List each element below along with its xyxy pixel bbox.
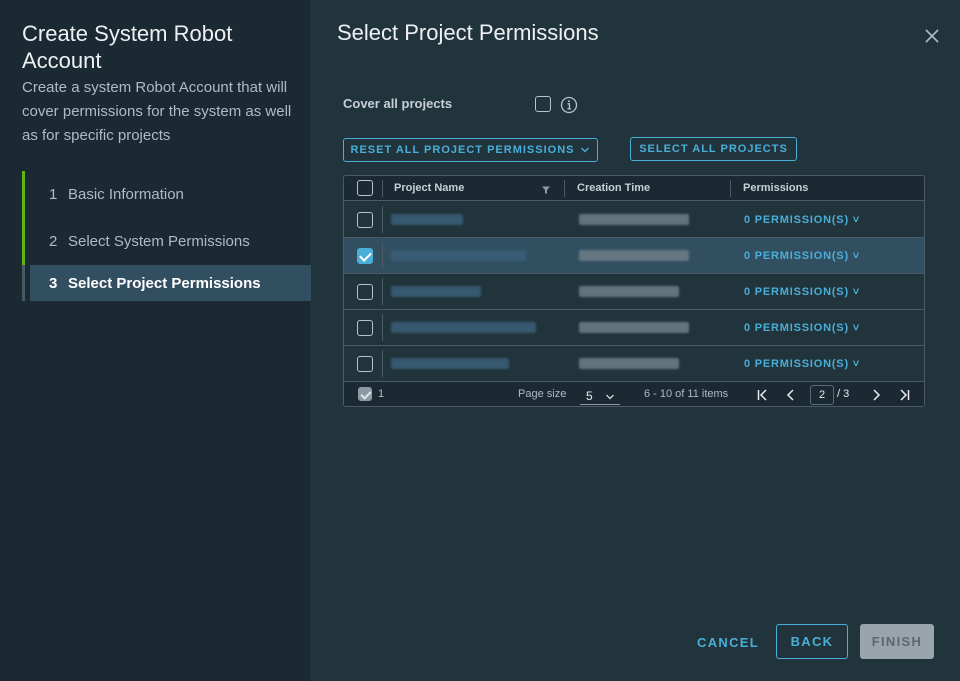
column-divider — [382, 206, 383, 233]
table-row[interactable]: 0 PERMISSION(S) ˅ — [344, 310, 924, 346]
column-divider — [382, 278, 383, 305]
current-page-input[interactable]: 2 — [810, 385, 834, 405]
wizard-steps: 1 Basic Information 2 Select System Perm… — [22, 171, 311, 301]
first-page-icon[interactable] — [756, 388, 770, 402]
permissions-dropdown[interactable]: 0 PERMISSION(S) ˅ — [744, 214, 860, 226]
permissions-dropdown[interactable]: 0 PERMISSION(S) ˅ — [744, 250, 860, 262]
info-icon[interactable] — [560, 96, 578, 114]
page-size-select[interactable]: 5 — [580, 385, 620, 405]
row-checkbox[interactable] — [357, 356, 373, 372]
select-all-button-label: SELECT ALL PROJECTS — [639, 143, 788, 155]
finish-button[interactable]: FINISH — [860, 624, 934, 659]
step-number: 2 — [49, 233, 58, 250]
table-row[interactable]: 0 PERMISSION(S) ˅ — [344, 274, 924, 310]
row-checkbox[interactable] — [357, 284, 373, 300]
grid-header: Project Name Creation Time Permissions — [344, 176, 924, 201]
row-checkbox[interactable] — [357, 248, 373, 264]
project-permissions-grid: Project Name Creation Time Permissions 0… — [343, 175, 925, 407]
column-header-permissions[interactable]: Permissions — [743, 182, 808, 194]
table-row[interactable]: 0 PERMISSION(S) ˅ — [344, 238, 924, 274]
column-header-project-name[interactable]: Project Name — [394, 182, 464, 194]
chevron-down-icon — [581, 147, 590, 153]
step-basic-information[interactable]: 1 Basic Information — [22, 171, 310, 218]
column-divider — [382, 350, 383, 377]
redacted-project-name — [391, 250, 526, 261]
redacted-creation-time — [579, 214, 689, 225]
next-page-icon[interactable] — [869, 388, 883, 402]
step-label: Basic Information — [68, 186, 184, 203]
row-checkbox[interactable] — [357, 320, 373, 336]
filter-icon[interactable] — [541, 185, 551, 195]
wizard-title: Create System Robot Account — [22, 21, 233, 73]
last-page-icon[interactable] — [897, 388, 911, 402]
column-divider — [564, 180, 565, 197]
wizard-description: Create a system Robot Account that will … — [22, 79, 292, 144]
pagination-range: 6 - 10 of 11 items — [644, 388, 729, 400]
select-all-rows-checkbox[interactable] — [357, 180, 373, 196]
step-label: Select Project Permissions — [68, 274, 261, 292]
redacted-project-name — [391, 322, 536, 333]
page-title: Select Project Permissions — [337, 20, 599, 45]
grid-footer: 1 Page size 5 6 - 10 of 11 items 2 / 3 — [344, 381, 924, 406]
permission-count: 0 PERMISSION(S) — [744, 214, 849, 226]
column-divider — [382, 180, 383, 197]
redacted-project-name — [391, 286, 481, 297]
close-icon[interactable] — [922, 26, 942, 46]
wizard-sidebar: Create System Robot Account Create a sys… — [0, 0, 311, 681]
column-divider — [730, 180, 731, 197]
selection-indicator-checkbox — [358, 387, 372, 401]
cover-all-projects-checkbox[interactable] — [535, 96, 551, 112]
redacted-creation-time — [579, 286, 679, 297]
back-button[interactable]: BACK — [776, 624, 848, 659]
reset-all-project-permissions-button[interactable]: RESET ALL PROJECT PERMISSIONS — [343, 138, 598, 162]
step-select-project-permissions[interactable]: 3 Select Project Permissions — [22, 265, 311, 301]
permissions-dropdown[interactable]: 0 PERMISSION(S) ˅ — [744, 358, 860, 370]
reset-button-label: RESET ALL PROJECT PERMISSIONS — [350, 144, 575, 156]
redacted-project-name — [391, 214, 463, 225]
page-size-label: Page size — [518, 388, 567, 400]
row-checkbox[interactable] — [357, 212, 373, 228]
cover-all-projects-label: Cover all projects — [343, 96, 453, 111]
table-row[interactable]: 0 PERMISSION(S) ˅ — [344, 346, 924, 382]
cancel-button[interactable]: CANCEL — [693, 625, 763, 659]
permissions-dropdown[interactable]: 0 PERMISSION(S) ˅ — [744, 286, 860, 298]
step-number: 3 — [49, 274, 58, 292]
selected-count: 1 — [378, 388, 385, 400]
permissions-dropdown[interactable]: 0 PERMISSION(S) ˅ — [744, 322, 860, 334]
page-size-value: 5 — [586, 389, 593, 403]
column-divider — [382, 314, 383, 341]
table-row[interactable]: 0 PERMISSION(S) ˅ — [344, 202, 924, 238]
redacted-creation-time — [579, 250, 689, 261]
permission-count: 0 PERMISSION(S) — [744, 250, 849, 262]
redacted-project-name — [391, 358, 509, 369]
previous-page-icon[interactable] — [784, 388, 798, 402]
chevron-down-icon — [606, 394, 614, 400]
permission-count: 0 PERMISSION(S) — [744, 286, 849, 298]
step-select-system-permissions[interactable]: 2 Select System Permissions — [22, 218, 310, 265]
column-header-creation-time[interactable]: Creation Time — [577, 182, 650, 194]
step-number: 1 — [49, 186, 58, 203]
redacted-creation-time — [579, 358, 679, 369]
permission-count: 0 PERMISSION(S) — [744, 358, 849, 370]
permission-count: 0 PERMISSION(S) — [744, 322, 849, 334]
redacted-creation-time — [579, 322, 689, 333]
total-pages: / 3 — [837, 388, 850, 400]
column-divider — [382, 242, 383, 269]
step-label: Select System Permissions — [68, 233, 250, 250]
select-all-projects-button[interactable]: SELECT ALL PROJECTS — [630, 137, 797, 161]
